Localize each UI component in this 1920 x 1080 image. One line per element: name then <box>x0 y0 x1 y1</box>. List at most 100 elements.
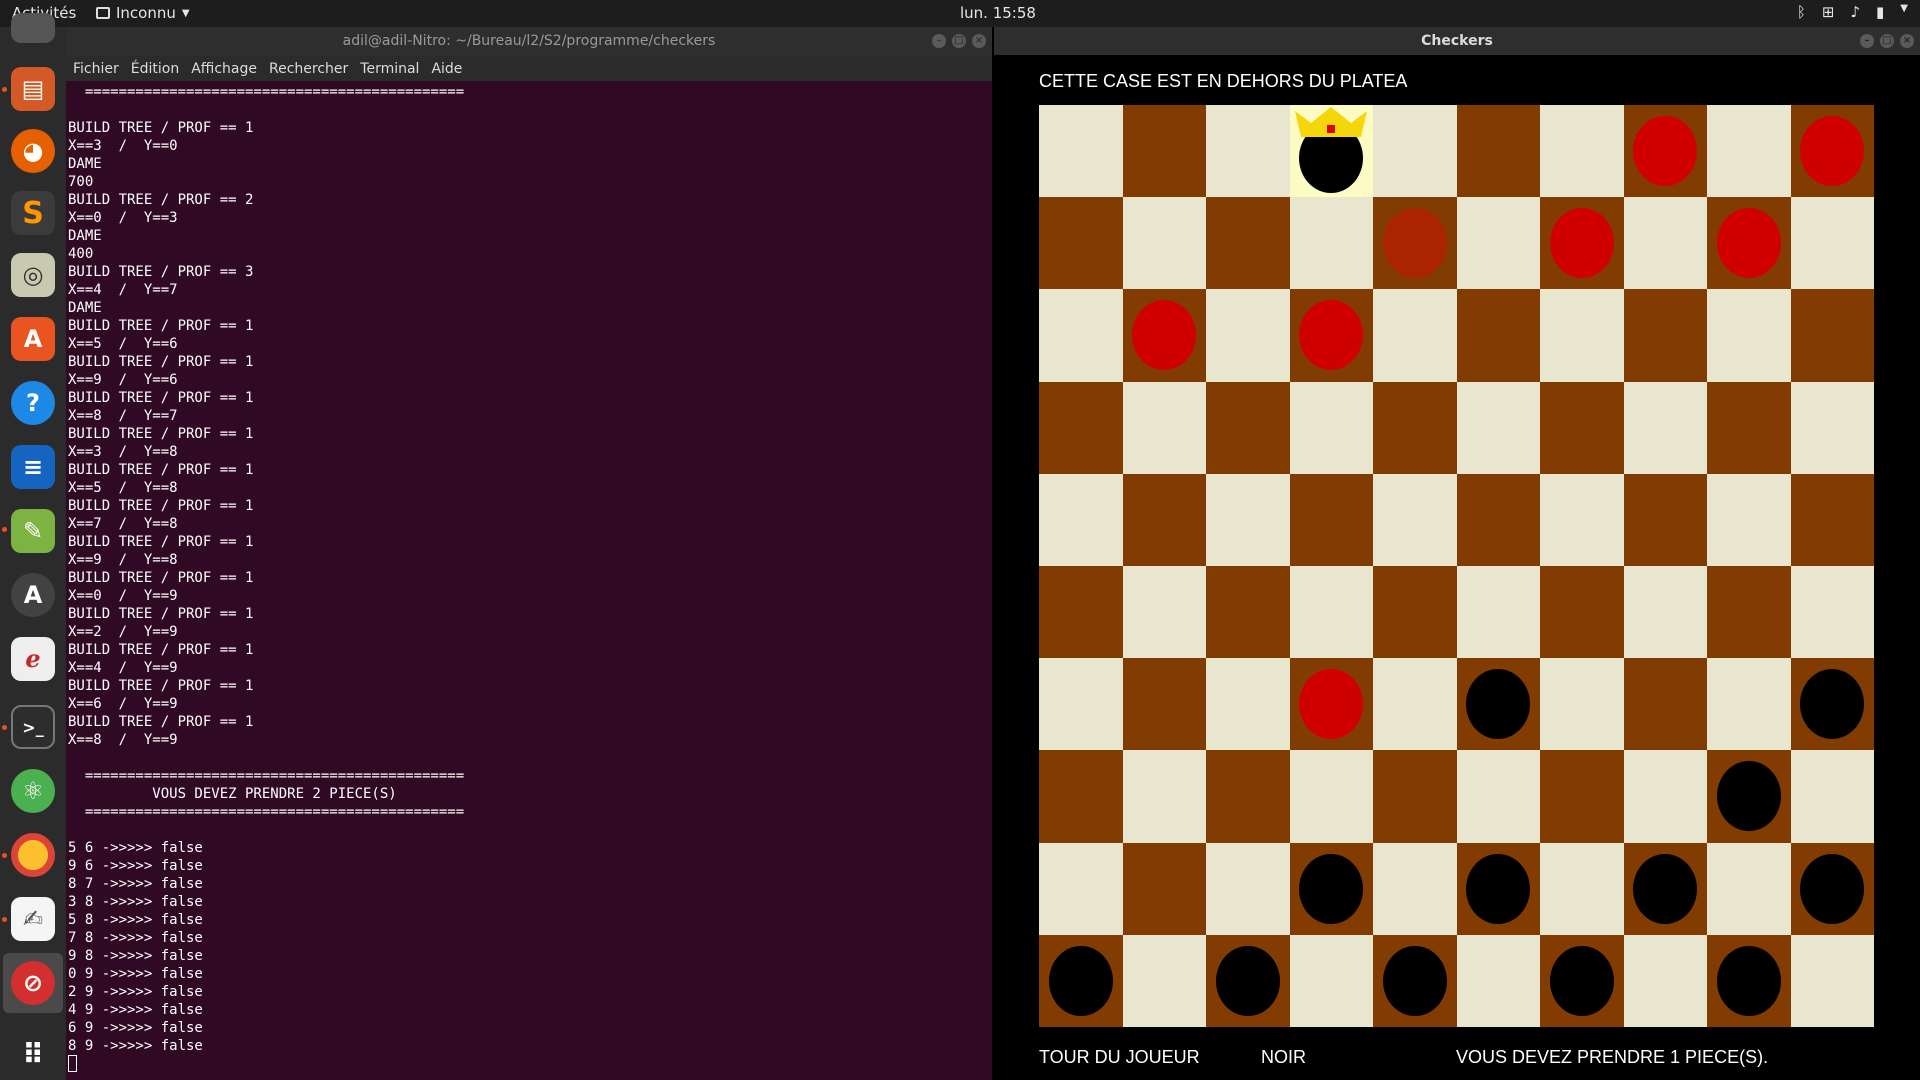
menu-fichier[interactable]: Fichier <box>73 61 119 77</box>
board-cell[interactable] <box>1039 105 1123 198</box>
board-cell[interactable] <box>1540 842 1624 935</box>
network-icon[interactable]: ⊞ <box>1822 3 1835 21</box>
board-cell[interactable] <box>1707 750 1791 843</box>
board-cell[interactable] <box>1707 842 1791 935</box>
volume-icon[interactable]: ♪ <box>1850 3 1860 21</box>
sublime-text-icon[interactable]: S <box>11 191 55 235</box>
board-cell[interactable] <box>1707 658 1791 751</box>
board-cell[interactable] <box>1540 565 1624 659</box>
red-piece[interactable] <box>1549 208 1614 279</box>
board-cell[interactable] <box>1122 197 1206 290</box>
board-cell[interactable] <box>1623 658 1707 751</box>
board-cell[interactable] <box>1707 934 1791 1027</box>
board-cell[interactable] <box>1122 473 1206 566</box>
board-cell[interactable] <box>1540 197 1624 290</box>
board-cell[interactable] <box>1790 289 1874 382</box>
checkers-board[interactable] <box>1039 105 1874 1027</box>
document-viewer-icon[interactable]: ℯ <box>11 637 55 681</box>
board-cell[interactable] <box>1206 565 1290 659</box>
maximize-icon[interactable]: □ <box>952 34 966 48</box>
menu-aide[interactable]: Aide <box>431 61 462 77</box>
board-cell[interactable] <box>1122 565 1206 659</box>
clock[interactable]: lun. 15:58 <box>960 4 1036 22</box>
black-piece[interactable] <box>1716 761 1781 832</box>
board-cell[interactable] <box>1540 105 1624 198</box>
board-cell[interactable] <box>1456 289 1540 382</box>
board-cell[interactable] <box>1456 750 1540 843</box>
battery-icon[interactable]: ▮ <box>1876 3 1884 21</box>
board-cell[interactable] <box>1289 197 1373 290</box>
board-cell[interactable] <box>1206 289 1290 382</box>
board-cell[interactable] <box>1289 565 1373 659</box>
board-cell[interactable] <box>1122 842 1206 935</box>
maximize-icon[interactable]: □ <box>1880 34 1894 48</box>
board-cell[interactable] <box>1540 750 1624 843</box>
menu-affichage[interactable]: Affichage <box>191 61 257 77</box>
board-cell[interactable] <box>1206 934 1290 1027</box>
atom-icon[interactable]: ⚛ <box>11 769 55 813</box>
black-piece[interactable] <box>1299 853 1364 924</box>
red-piece[interactable] <box>1716 208 1781 279</box>
checkers-app-icon[interactable]: ⊘ <box>11 961 55 1005</box>
board-cell[interactable] <box>1122 105 1206 198</box>
black-piece[interactable] <box>1549 945 1614 1016</box>
black-piece[interactable] <box>1800 853 1865 924</box>
minimize-icon[interactable]: – <box>932 34 946 48</box>
board-cell[interactable] <box>1456 473 1540 566</box>
board-cell[interactable] <box>1039 750 1123 843</box>
board-cell[interactable] <box>1122 750 1206 843</box>
board-cell[interactable] <box>1623 473 1707 566</box>
board-cell[interactable] <box>1039 934 1123 1027</box>
system-tray[interactable]: ᛒ ⊞ ♪ ▮ ▼ <box>1797 3 1908 21</box>
software-updater-icon[interactable]: A <box>11 573 55 617</box>
board-cell[interactable] <box>1122 658 1206 751</box>
board-cell[interactable] <box>1373 197 1457 290</box>
board-cell[interactable] <box>1206 842 1290 935</box>
board-cell[interactable] <box>1623 381 1707 474</box>
board-cell[interactable] <box>1623 289 1707 382</box>
rhythmbox-icon[interactable]: ◎ <box>11 253 55 297</box>
black-piece[interactable] <box>1800 669 1865 740</box>
board-cell[interactable] <box>1623 842 1707 935</box>
board-cell[interactable] <box>1373 381 1457 474</box>
board-cell[interactable] <box>1707 105 1791 198</box>
menu-rechercher[interactable]: Rechercher <box>269 61 348 77</box>
board-cell[interactable] <box>1456 381 1540 474</box>
board-cell[interactable] <box>1373 289 1457 382</box>
board-cell[interactable] <box>1039 842 1123 935</box>
board-cell[interactable] <box>1790 934 1874 1027</box>
board-cell[interactable] <box>1707 197 1791 290</box>
black-piece[interactable] <box>1633 853 1698 924</box>
board-cell[interactable] <box>1623 934 1707 1027</box>
board-cell[interactable] <box>1289 105 1373 198</box>
software-center-icon[interactable]: A <box>11 317 55 361</box>
board-cell[interactable] <box>1122 934 1206 1027</box>
board-cell[interactable] <box>1289 381 1373 474</box>
board-cell[interactable] <box>1373 934 1457 1027</box>
board-cell[interactable] <box>1206 658 1290 751</box>
board-cell[interactable] <box>1373 658 1457 751</box>
partial-app-icon[interactable] <box>11 13 55 43</box>
app-menu[interactable]: Inconnu ▼ <box>96 4 190 22</box>
terminal-titlebar[interactable]: adil@adil-Nitro: ~/Bureau/l2/S2/programm… <box>66 27 992 56</box>
help-icon[interactable]: ? <box>11 381 55 425</box>
board-cell[interactable] <box>1456 197 1540 290</box>
black-piece[interactable] <box>1466 669 1531 740</box>
bluetooth-icon[interactable]: ᛒ <box>1797 3 1806 21</box>
draw-icon[interactable]: ✎ <box>11 509 55 553</box>
close-icon[interactable]: × <box>972 34 986 48</box>
board-cell[interactable] <box>1707 565 1791 659</box>
board-cell[interactable] <box>1790 197 1874 290</box>
board-cell[interactable] <box>1790 750 1874 843</box>
checkers-titlebar[interactable]: Checkers – □ × <box>994 27 1920 55</box>
board-cell[interactable] <box>1289 934 1373 1027</box>
board-cell[interactable] <box>1707 289 1791 382</box>
chrome-icon[interactable] <box>11 833 55 877</box>
board-cell[interactable] <box>1623 750 1707 843</box>
board-cell[interactable] <box>1456 934 1540 1027</box>
board-cell[interactable] <box>1039 197 1123 290</box>
menu-arrow-icon[interactable]: ▼ <box>1900 3 1908 21</box>
text-editor-icon[interactable]: ✍ <box>11 897 55 941</box>
board-cell[interactable] <box>1206 473 1290 566</box>
red-piece[interactable] <box>1299 669 1364 740</box>
